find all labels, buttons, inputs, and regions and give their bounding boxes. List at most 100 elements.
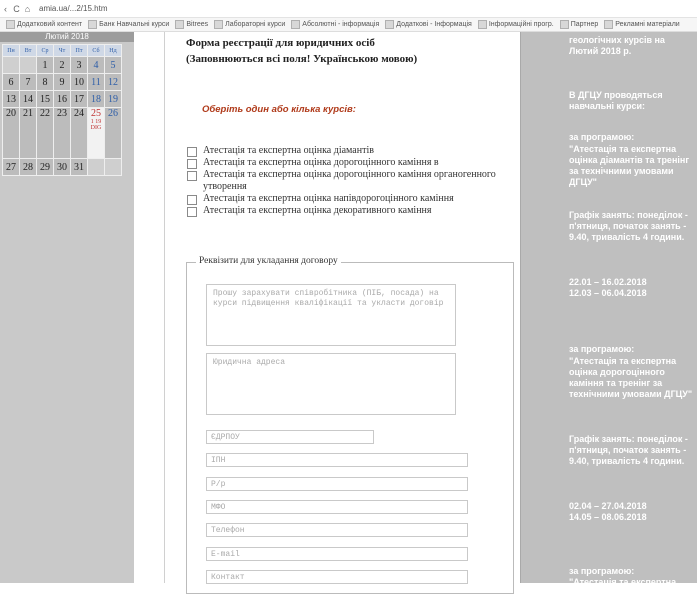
bookmark-label: Інформаційні прогр. <box>488 21 554 28</box>
calendar-day[interactable]: 7 <box>19 73 37 91</box>
calendar-day[interactable]: 6 <box>2 73 20 91</box>
calendar-day[interactable]: 19 <box>104 90 122 108</box>
bookmarks-bar: Додатковий контент Банк Навчальні курси … <box>0 18 697 32</box>
bookmark[interactable]: Bitrees <box>175 20 208 29</box>
today-number: 25 <box>91 108 101 119</box>
calendar-day[interactable]: 13 <box>2 90 20 108</box>
address-bar: ‹ C ⌂ amia.ua/...2/15.htm <box>0 0 697 18</box>
account-input[interactable]: Р/р <box>206 477 468 491</box>
calendar-day[interactable]: 30 <box>53 158 71 176</box>
course-checkbox[interactable] <box>187 207 197 217</box>
course-checkbox[interactable] <box>187 171 197 181</box>
calendar-day[interactable]: 11 <box>87 73 105 91</box>
calendar-day[interactable]: 10 <box>70 73 88 91</box>
legal-address-textarea[interactable]: Юридична адреса <box>206 353 456 415</box>
bookmark-label: Банк Навчальні курси <box>99 21 170 28</box>
bank-input[interactable]: МФО <box>206 500 468 514</box>
calendar-day[interactable]: 28 <box>19 158 37 176</box>
program-date: 22.01 – 16.02.2018 <box>569 277 647 287</box>
bookmark[interactable]: Рекламні матеріали <box>604 20 680 29</box>
course-option[interactable]: Атестація та експертна оцінка дорогоцінн… <box>187 169 503 193</box>
course-list: Атестація та експертна оцінка діамантів … <box>187 145 503 217</box>
org-name-textarea[interactable]: Прошу зарахувати співробітника (ПІБ, пос… <box>206 284 456 346</box>
course-checkbox[interactable] <box>187 159 197 169</box>
calendar-day[interactable]: 16 <box>53 90 71 108</box>
reload-icon[interactable]: C <box>11 4 22 14</box>
calendar-day[interactable]: 24 <box>70 107 88 159</box>
phone-input[interactable]: Телефон <box>206 523 468 537</box>
content-divider <box>164 32 165 583</box>
calendar-title: Лютий 2018 <box>0 32 134 42</box>
calendar-day[interactable]: 14 <box>19 90 37 108</box>
calendar-panel: Лютий 2018 Пн Вт Ср Чт Пт Сб Нд 1 2 3 4 … <box>0 32 134 583</box>
bookmark-label: Bitrees <box>186 21 209 28</box>
course-option[interactable]: Атестація та експертна оцінка декоративн… <box>187 205 503 217</box>
calendar-day[interactable]: 31 <box>70 158 88 176</box>
weekday-label: Пт <box>70 44 88 57</box>
calendar-day <box>87 158 105 176</box>
course-option[interactable]: Атестація та експертна оцінка напівдорог… <box>187 193 503 205</box>
program-date: 14.05 – 08.06.2018 <box>569 512 647 522</box>
calendar-day[interactable]: 18 <box>87 90 105 108</box>
weekday-label: Вт <box>19 44 37 57</box>
calendar-day[interactable]: 21 <box>19 107 37 159</box>
calendar-day[interactable]: 12 <box>104 73 122 91</box>
calendar-day[interactable]: 22 <box>36 107 54 159</box>
calendar-day-today[interactable]: 25 1 19 DIG <box>87 107 105 159</box>
back-icon[interactable]: ‹ <box>0 4 11 14</box>
today-event[interactable]: 1 19 DIG <box>88 119 104 131</box>
ipn-input[interactable]: ІПН <box>206 453 468 467</box>
bookmark-icon <box>291 20 301 29</box>
home-icon[interactable]: ⌂ <box>22 4 33 14</box>
bookmark[interactable]: Лабораторні курси <box>214 20 285 29</box>
program-name: "Атестація та експертна оцінка діамантів… <box>569 144 690 187</box>
calendar-day[interactable]: 26 <box>104 107 122 159</box>
course-label: Атестація та експертна оцінка дорогоцінн… <box>203 169 496 192</box>
calendar-day[interactable]: 9 <box>53 73 71 91</box>
bookmark[interactable]: Абсолютні - інформація <box>291 20 379 29</box>
bookmark-icon <box>6 20 15 29</box>
weekday-label: Ср <box>36 44 54 57</box>
program-label: за програмою: <box>569 132 635 142</box>
calendar-day[interactable]: 4 <box>87 56 105 74</box>
course-checkbox[interactable] <box>187 195 197 205</box>
calendar-day[interactable]: 2 <box>53 56 71 74</box>
program-date: 12.03 – 06.04.2018 <box>569 288 647 298</box>
calendar-day[interactable]: 5 <box>104 56 122 74</box>
program-name: "Атестація та експертна оцінка дорогоцін… <box>569 356 693 399</box>
calendar-day[interactable]: 29 <box>36 158 54 176</box>
edrpou-input[interactable]: ЄДРПОУ <box>206 430 374 444</box>
program-schedule: Графік занять: понеділок - п'ятниця, поч… <box>569 210 688 242</box>
calendar-day[interactable]: 8 <box>36 73 54 91</box>
course-label: Атестація та експертна оцінка декоративн… <box>203 205 432 216</box>
calendar-day[interactable]: 17 <box>70 90 88 108</box>
program-dates: 02.04 – 27.04.2018 14.05 – 08.06.2018 <box>569 501 695 523</box>
calendar-day[interactable]: 27 <box>2 158 20 176</box>
calendar-day[interactable]: 23 <box>53 107 71 159</box>
bookmark-icon <box>559 20 569 29</box>
fieldset-legend: Реквізити для укладання договору <box>196 256 341 266</box>
contact-input[interactable]: Контакт <box>206 570 468 584</box>
calendar-day[interactable]: 15 <box>36 90 54 108</box>
course-option[interactable]: Атестація та експертна оцінка діамантів <box>187 145 503 157</box>
bookmark[interactable]: Інформаційні прогр. <box>477 20 554 29</box>
form-title: Форма реєстрації для юридичних осіб (Зап… <box>186 35 417 67</box>
email-input[interactable]: E-mail <box>206 547 468 561</box>
calendar-day[interactable]: 3 <box>70 56 88 74</box>
course-checkbox[interactable] <box>187 147 197 157</box>
form-note: Оберіть один або кілька курсів: <box>202 104 356 115</box>
bookmark[interactable]: Додаткові - Інформація <box>385 20 472 29</box>
bookmark[interactable]: Партнер <box>559 20 598 29</box>
bookmark-label: Рекламні матеріали <box>615 21 680 28</box>
course-option[interactable]: Атестація та експертна оцінка дорогоцінн… <box>187 157 503 169</box>
bookmark[interactable]: Банк Навчальні курси <box>88 20 169 29</box>
bookmark[interactable]: Додатковий контент <box>6 20 82 29</box>
info-sidebar: геологічних курсів на Лютий 2018 р. В ДГ… <box>521 32 697 587</box>
calendar-day[interactable]: 20 <box>2 107 20 159</box>
weekday-label: Сб <box>87 44 105 57</box>
calendar-day[interactable]: 1 <box>36 56 54 74</box>
course-label: Атестація та експертна оцінка дорогоцінн… <box>203 157 439 168</box>
form-title-line: Форма реєстрації для юридичних осіб <box>186 37 375 49</box>
bookmark-label: Додаткові - Інформація <box>396 21 472 28</box>
url-field[interactable]: amia.ua/...2/15.htm <box>39 4 107 13</box>
